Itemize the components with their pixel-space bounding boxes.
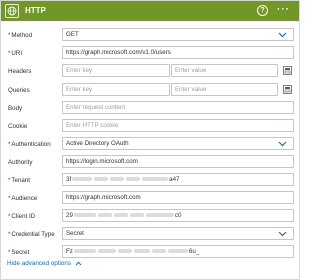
query-key-input[interactable]: Enter key <box>62 83 170 96</box>
headers-label: Headers <box>8 68 32 75</box>
cookie-input[interactable]: Enter HTTP cookie <box>62 119 294 132</box>
client-id-label: *Client ID <box>8 213 36 220</box>
chevron-up-icon <box>75 261 82 266</box>
header-value-input[interactable]: Enter value <box>171 64 278 77</box>
credential-type-dropdown[interactable]: Secret <box>62 227 294 240</box>
redacted-text <box>97 213 112 218</box>
redacted-text <box>151 249 166 254</box>
redacted-text <box>142 177 169 182</box>
redacted-text <box>167 249 188 254</box>
cookie-label: Cookie <box>8 123 28 130</box>
secret-input[interactable]: Fz 6u_ <box>62 245 294 258</box>
uri-label: *URI <box>8 50 23 57</box>
redacted-text <box>72 177 93 182</box>
redacted-text <box>113 213 128 218</box>
client-id-input[interactable]: 29 c0 <box>62 209 294 222</box>
authentication-label: *Authentication <box>8 141 51 148</box>
authority-label: Authority <box>8 159 33 166</box>
redacted-text <box>73 249 96 254</box>
globe-icon <box>5 4 19 18</box>
hide-advanced-options-link[interactable]: Hide advanced options <box>7 260 82 267</box>
uri-input[interactable]: https://graph.microsoft.com/v1.0/users <box>62 46 294 59</box>
switch-to-text-mode-icon[interactable] <box>283 66 292 75</box>
method-label: *Method <box>8 32 33 39</box>
audience-label: *Audience <box>8 195 38 202</box>
redacted-text <box>129 213 144 218</box>
switch-to-text-mode-icon[interactable] <box>283 85 292 94</box>
redacted-text <box>145 213 174 218</box>
card-title: HTTP <box>25 6 46 15</box>
method-dropdown[interactable]: GET <box>62 28 294 41</box>
redacted-text <box>73 213 96 218</box>
secret-label: *Secret <box>8 249 30 256</box>
card-header[interactable]: HTTP ? ··· <box>1 1 299 21</box>
authentication-dropdown[interactable]: Active Directory OAuth <box>62 137 294 150</box>
authority-input[interactable]: https://login.microsoft.com <box>62 155 294 168</box>
body-input[interactable]: Enter request content <box>62 101 294 114</box>
http-action-card: HTTP ? ··· *Method GET *URI https://grap… <box>0 0 300 280</box>
redacted-text <box>126 177 141 182</box>
query-value-input[interactable]: Enter value <box>171 83 278 96</box>
audience-input[interactable]: https://graph.microsoft.com <box>62 191 294 204</box>
tenant-label: *Tenant <box>8 177 30 184</box>
chevron-down-icon <box>278 141 287 147</box>
credential-type-label: *Credential Type <box>8 231 55 238</box>
help-icon[interactable]: ? <box>257 5 268 16</box>
tenant-input[interactable]: 3f a47 <box>62 173 294 186</box>
redacted-text <box>110 177 125 182</box>
redacted-text <box>94 177 109 182</box>
chevron-down-icon <box>278 32 287 38</box>
redacted-text <box>97 249 116 254</box>
header-key-input[interactable]: Enter key <box>62 64 170 77</box>
queries-label: Queries <box>8 87 30 94</box>
body-label: Body <box>8 105 23 112</box>
redacted-text <box>133 249 150 254</box>
redacted-text <box>117 249 132 254</box>
chevron-down-icon <box>278 231 287 237</box>
more-options-icon[interactable]: ··· <box>277 4 290 15</box>
